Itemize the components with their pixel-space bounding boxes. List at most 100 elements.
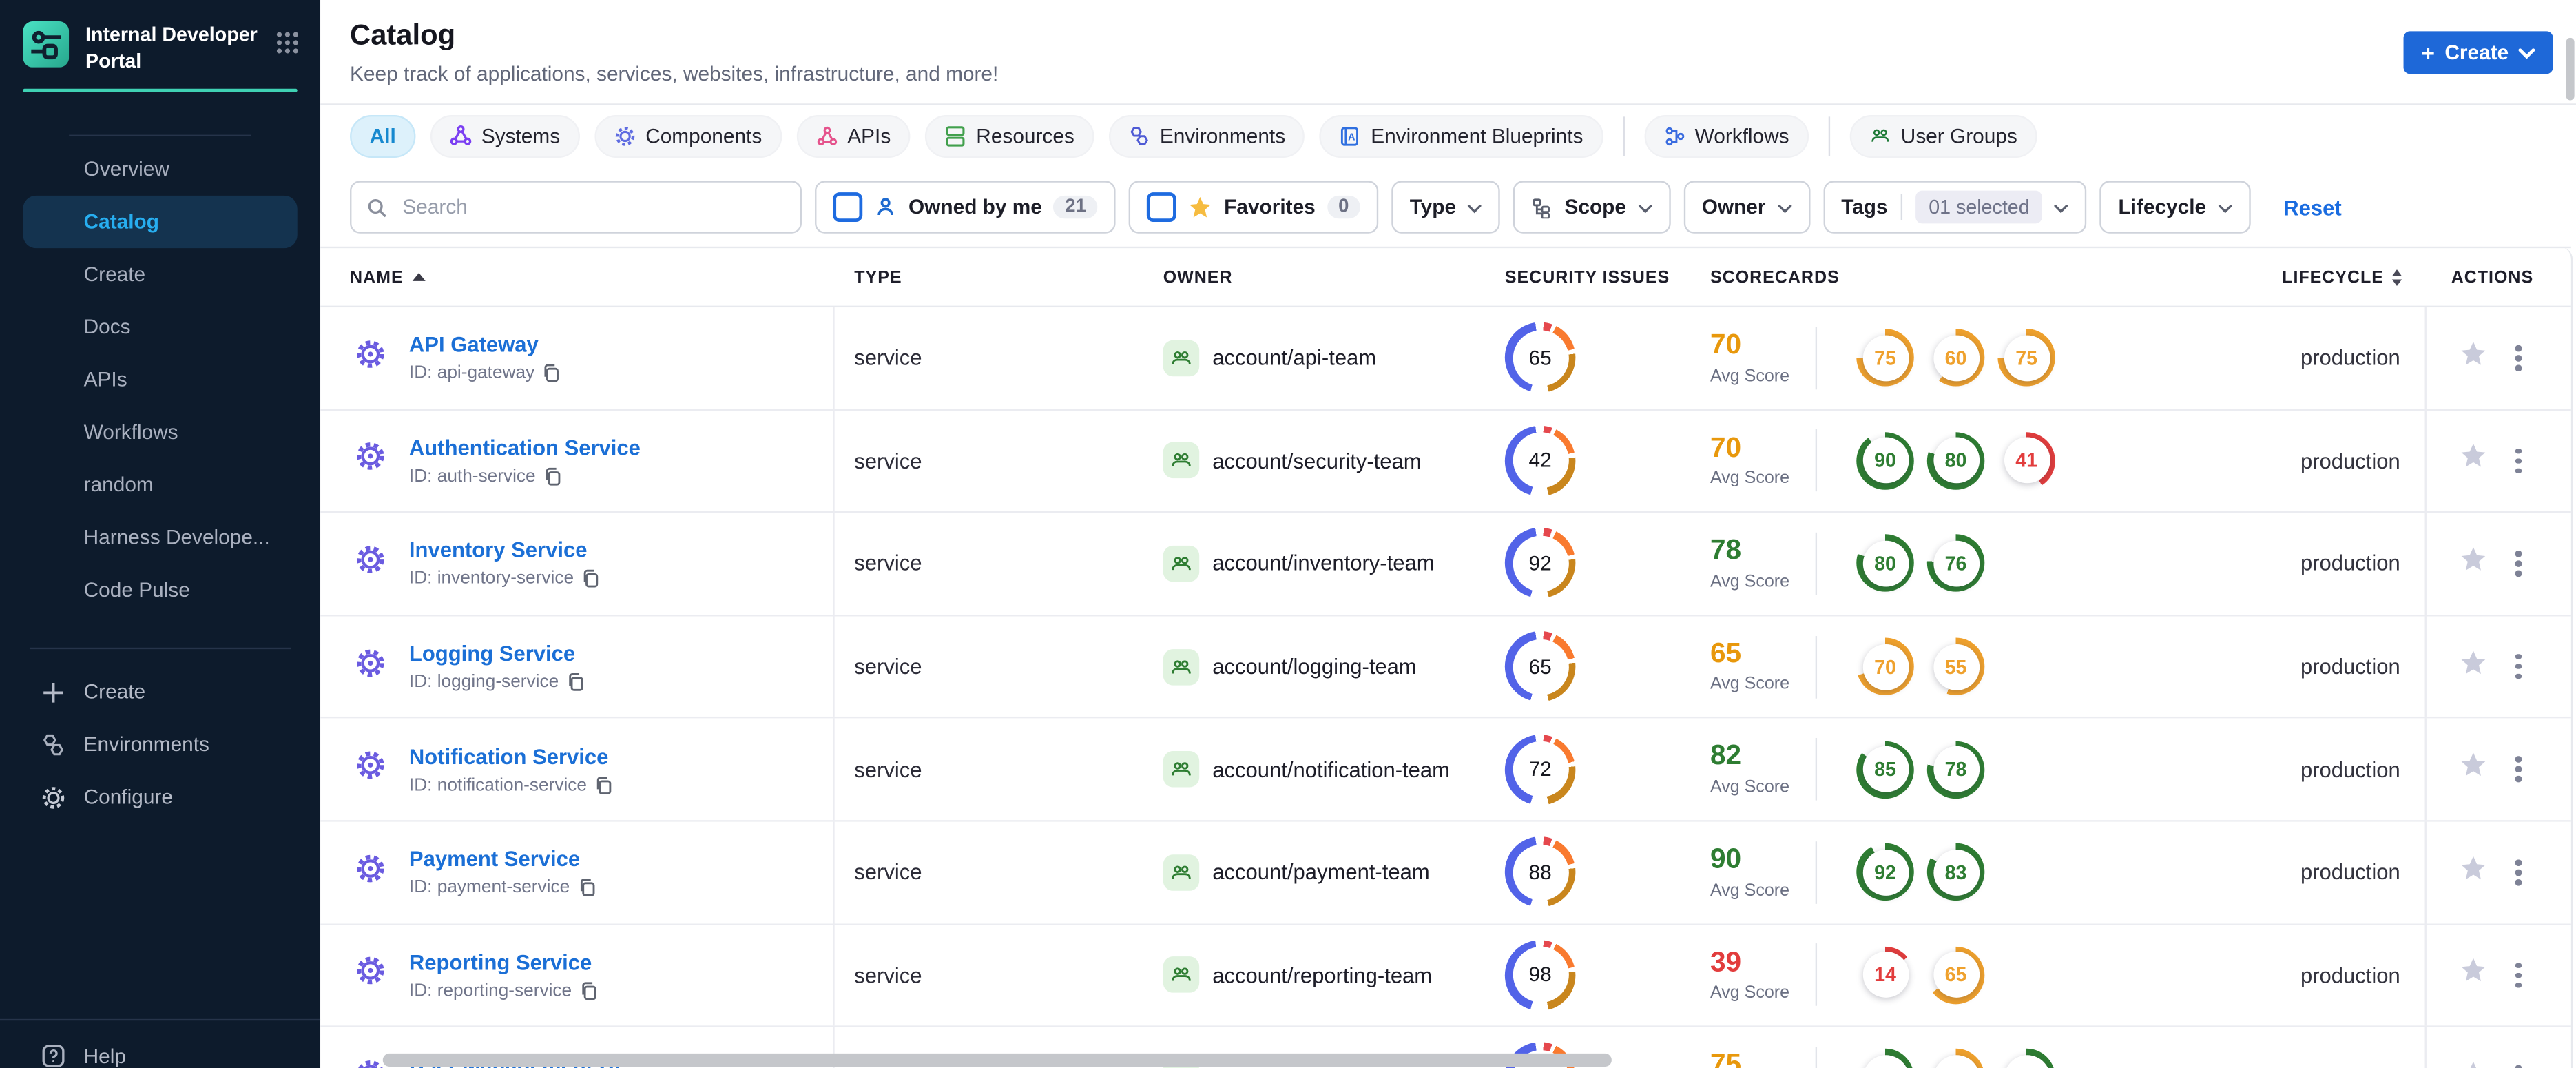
vertical-scrollbar[interactable]: [2566, 37, 2575, 101]
entity-name-link[interactable]: Reporting Service: [409, 949, 598, 974]
favorite-star-icon[interactable]: [2460, 957, 2488, 993]
favorites-filter[interactable]: Favorites 0: [1128, 181, 1379, 234]
owner-name[interactable]: account/payment-team: [1212, 860, 1429, 885]
tab-all[interactable]: All: [350, 114, 416, 157]
owner-name[interactable]: account/api-team: [1212, 346, 1376, 371]
tab-user-groups[interactable]: User Groups: [1849, 114, 2037, 157]
copy-icon[interactable]: [578, 878, 596, 898]
help-icon: [41, 1044, 66, 1068]
owner-name[interactable]: account/inventory-team: [1212, 551, 1434, 576]
search-box[interactable]: [350, 181, 802, 234]
sidebar-item-docs[interactable]: Docs: [23, 301, 297, 353]
table-row[interactable]: Authentication Service ID: auth-service …: [320, 410, 2571, 513]
entity-name-link[interactable]: Payment Service: [409, 847, 596, 872]
owner-name[interactable]: account/logging-team: [1212, 654, 1417, 679]
search-input[interactable]: [399, 194, 786, 220]
favorite-star-icon[interactable]: [2460, 546, 2488, 582]
tab-systems[interactable]: Systems: [430, 114, 580, 157]
kebab-menu-icon[interactable]: [2512, 1062, 2524, 1068]
table-row[interactable]: API Gateway ID: api-gateway service acco…: [320, 307, 2571, 411]
scorecards-divider: [1815, 841, 1818, 904]
sidebar-item-overview[interactable]: Overview: [23, 143, 297, 196]
scorecard-badge: 70: [1856, 637, 1914, 696]
person-icon: [877, 198, 893, 216]
scorecards-divider: [1815, 1047, 1818, 1068]
sidebar-item-workflows[interactable]: Workflows: [23, 407, 297, 459]
tab-environment-blueprints[interactable]: A Environment Blueprints: [1320, 114, 1603, 157]
favorite-star-icon[interactable]: [2460, 854, 2488, 890]
table-row[interactable]: Logging Service ID: logging-service serv…: [320, 615, 2571, 719]
kebab-menu-icon[interactable]: [2512, 856, 2524, 889]
owned-by-me-checkbox[interactable]: [833, 192, 863, 223]
favorite-star-icon[interactable]: [2460, 340, 2488, 376]
reset-filters-link[interactable]: Reset: [2283, 195, 2341, 220]
owner-name[interactable]: account/security-team: [1212, 449, 1421, 473]
table-row[interactable]: Payment Service ID: payment-service serv…: [320, 821, 2571, 925]
column-header-name[interactable]: NAME: [320, 267, 835, 287]
tab-resources[interactable]: Resources: [925, 114, 1094, 157]
favorites-count: 0: [1327, 195, 1361, 219]
entity-type: service: [854, 551, 922, 576]
copy-icon[interactable]: [543, 364, 561, 384]
table-row[interactable]: Reporting Service ID: reporting-service …: [320, 924, 2571, 1028]
table-row[interactable]: Inventory Service ID: inventory-service …: [320, 513, 2571, 616]
favorite-star-icon[interactable]: [2460, 1060, 2488, 1068]
sidebar-bottom-item-environments[interactable]: Environments: [23, 719, 297, 771]
apps-grid-icon[interactable]: [274, 30, 300, 56]
favorite-star-icon[interactable]: [2460, 443, 2488, 479]
horizontal-scrollbar[interactable]: [382, 1053, 1612, 1067]
avg-score-label: Avg Score: [1710, 983, 1790, 1003]
sidebar-item-apis[interactable]: APIs: [23, 353, 297, 406]
scope-dropdown[interactable]: Scope: [1513, 181, 1671, 234]
tab-environments[interactable]: Environments: [1108, 114, 1305, 157]
entity-name-link[interactable]: Logging Service: [409, 641, 585, 666]
copy-icon[interactable]: [582, 569, 600, 589]
sidebar-item-create[interactable]: Create: [23, 249, 297, 301]
sidebar-bottom-item-configure[interactable]: Configure: [23, 771, 297, 823]
kebab-menu-icon[interactable]: [2512, 548, 2524, 580]
entity-name-link[interactable]: API Gateway: [409, 333, 561, 358]
kebab-menu-icon[interactable]: [2512, 650, 2524, 683]
owner-name[interactable]: account/reporting-team: [1212, 963, 1432, 987]
column-header-lifecycle[interactable]: LIFECYCLE: [2216, 267, 2425, 287]
tags-dropdown[interactable]: Tags 01 selected: [1822, 181, 2088, 234]
copy-icon[interactable]: [580, 981, 598, 1001]
kebab-menu-icon[interactable]: [2512, 342, 2524, 374]
tab-components[interactable]: Components: [594, 114, 782, 157]
copy-icon[interactable]: [595, 775, 613, 795]
sidebar-bottom-item-create[interactable]: Create: [23, 666, 297, 718]
catalog-table: NAME TYPE OWNER SECURITY ISSUES SCORECARDS LI…: [320, 246, 2573, 1068]
component-gear-icon: [355, 338, 386, 378]
table-row[interactable]: Notification Service ID: notification-se…: [320, 719, 2571, 822]
sidebar-item-catalog[interactable]: Catalog: [23, 196, 298, 249]
component-gear-icon: [355, 956, 386, 995]
kebab-menu-icon[interactable]: [2512, 753, 2524, 785]
tab-workflows[interactable]: Workflows: [1643, 114, 1809, 157]
sidebar-item-code-pulse[interactable]: Code Pulse: [23, 564, 297, 617]
entity-name-link[interactable]: Inventory Service: [409, 538, 600, 563]
favorite-star-icon[interactable]: [2460, 648, 2488, 684]
entity-type: service: [854, 345, 922, 371]
favorite-star-icon[interactable]: [2460, 751, 2488, 787]
scorecard-badge: 55: [1926, 637, 1985, 696]
owner-dropdown[interactable]: Owner: [1683, 181, 1810, 234]
tab-apis[interactable]: APIs: [796, 114, 911, 157]
sidebar-help[interactable]: Help: [0, 1018, 321, 1068]
sidebar-item-harness-develope[interactable]: Harness Develope...: [23, 511, 297, 564]
copy-icon[interactable]: [567, 672, 585, 692]
owned-by-me-filter[interactable]: Owned by me 21: [815, 181, 1116, 234]
type-dropdown[interactable]: Type: [1391, 181, 1501, 234]
entity-name-link[interactable]: Authentication Service: [409, 435, 641, 460]
sort-asc-icon: [411, 272, 425, 281]
entity-name-link[interactable]: Notification Service: [409, 744, 613, 769]
kebab-menu-icon[interactable]: [2512, 959, 2524, 992]
create-button[interactable]: + Create: [2403, 31, 2553, 74]
plus-icon: [41, 680, 66, 705]
column-header-actions: ACTIONS: [2451, 267, 2534, 287]
lifecycle-dropdown[interactable]: Lifecycle: [2100, 181, 2251, 234]
kebab-menu-icon[interactable]: [2512, 445, 2524, 477]
sidebar-item-random[interactable]: random: [23, 459, 297, 511]
favorites-checkbox[interactable]: [1147, 192, 1176, 223]
owner-name[interactable]: account/notification-team: [1212, 757, 1450, 782]
copy-icon[interactable]: [544, 466, 562, 486]
